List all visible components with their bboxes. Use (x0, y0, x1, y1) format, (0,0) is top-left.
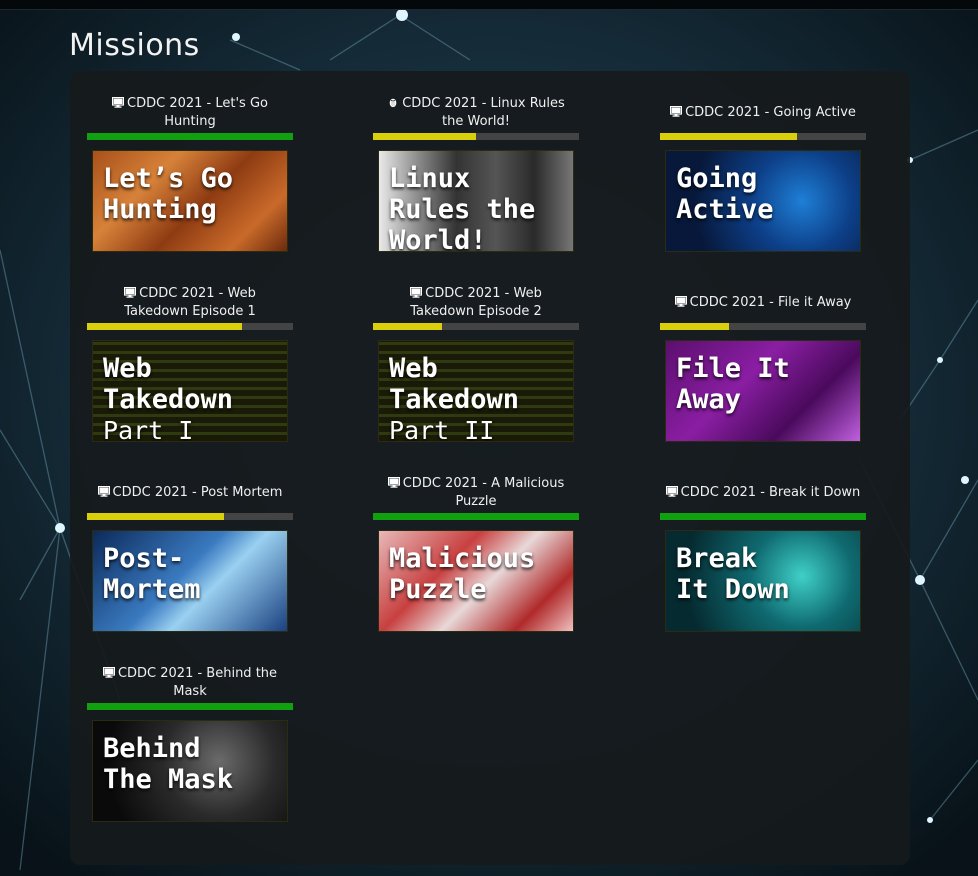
mission-thumbnail-text: Web Takedown Part I (103, 353, 281, 442)
mission-thumbnail-text: Break It Down (676, 543, 854, 605)
mission-title-text: CDDC 2021 - Linux Rules the World! (402, 96, 565, 129)
mission-thumbnail-text: Going Active (676, 163, 854, 225)
mission-progress-bar (660, 323, 866, 330)
mission-progress-bar (87, 323, 293, 330)
mission-title[interactable]: CDDC 2021 - A Malicious Puzzle (373, 475, 579, 511)
mission-progress-bar (373, 513, 579, 520)
mission-card[interactable]: CDDC 2021 - A Malicious Puzzle Malicious … (373, 475, 579, 632)
mission-thumbnail-heading: Post- Mortem (103, 543, 201, 605)
mission-title[interactable]: CDDC 2021 - Web Takedown Episode 1 (87, 285, 293, 321)
mission-thumbnail[interactable]: Break It Down (665, 530, 861, 632)
mission-thumbnail[interactable]: Going Active (665, 150, 861, 252)
mission-progress-fill (660, 133, 798, 140)
mission-thumbnail-text: Web Takedown Part II (389, 353, 567, 442)
mission-thumbnail-subheading: Part II (389, 416, 495, 442)
monitor-icon (665, 485, 678, 497)
mission-title[interactable]: CDDC 2021 - Let's Go Hunting (87, 95, 293, 131)
mission-title[interactable]: CDDC 2021 - Post Mortem (87, 475, 293, 511)
mission-title[interactable]: CDDC 2021 - Going Active (660, 95, 866, 131)
mission-progress-bar (87, 513, 293, 520)
monitor-icon (387, 476, 400, 488)
mission-progress-fill (87, 703, 293, 710)
mission-title-text: CDDC 2021 - File it Away (689, 295, 852, 310)
mission-card[interactable]: CDDC 2021 - Let's Go Hunting Let’s Go Hun… (87, 95, 293, 252)
mission-thumbnail-heading: Break It Down (676, 543, 790, 605)
mission-card[interactable]: CDDC 2021 - Web Takedown Episode 2 Web Ta… (373, 285, 579, 442)
mission-title[interactable]: CDDC 2021 - Behind the Mask (87, 665, 293, 701)
mission-progress-bar (87, 133, 293, 140)
mission-title-text: CDDC 2021 - Web Takedown Episode 2 (410, 286, 542, 319)
linux-penguin-icon (387, 96, 399, 108)
monitor-icon (97, 485, 110, 497)
mission-thumbnail-heading: File It Away (676, 353, 790, 415)
mission-title-text: CDDC 2021 - Behind the Mask (117, 666, 278, 699)
mission-card[interactable]: CDDC 2021 - Linux Rules the World! Linux … (373, 95, 579, 252)
mission-thumbnail[interactable]: Behind The Mask (92, 720, 288, 822)
mission-thumbnail[interactable]: Web Takedown Part II (378, 340, 574, 442)
mission-thumbnail-heading: Malicious Puzzle (389, 543, 536, 605)
mission-progress-fill (373, 323, 442, 330)
mission-card[interactable]: CDDC 2021 - Web Takedown Episode 1 Web Ta… (87, 285, 293, 442)
mission-progress-fill (660, 513, 866, 520)
mission-thumbnail[interactable]: Let’s Go Hunting (92, 150, 288, 252)
mission-thumbnail-heading: Linux Rules the World! (389, 163, 536, 252)
mission-thumbnail-text: Linux Rules the World! (389, 163, 567, 252)
mission-progress-bar (87, 703, 293, 710)
mission-thumbnail-heading: Let’s Go Hunting (103, 163, 234, 225)
top-navbar (0, 0, 978, 10)
mission-progress-bar (660, 133, 866, 140)
monitor-icon (124, 286, 137, 298)
mission-thumbnail-subheading: Part I (103, 416, 194, 442)
mission-thumbnail[interactable]: Web Takedown Part I (92, 340, 288, 442)
mission-thumbnail[interactable]: Linux Rules the World! (378, 150, 574, 252)
monitor-icon (111, 96, 125, 108)
mission-title-text: CDDC 2021 - Going Active (685, 105, 856, 120)
mission-title-text: CDDC 2021 - Break it Down (680, 485, 861, 500)
mission-progress-fill (373, 513, 579, 520)
mission-title[interactable]: CDDC 2021 - Linux Rules the World! (373, 95, 579, 131)
mission-thumbnail-text: Malicious Puzzle (389, 543, 567, 605)
page-title: Missions (69, 28, 200, 64)
mission-thumbnail-text: Post- Mortem (103, 543, 281, 605)
monitor-icon (410, 286, 423, 298)
mission-thumbnail-text: File It Away (676, 353, 854, 415)
mission-thumbnail[interactable]: Malicious Puzzle (378, 530, 574, 632)
mission-thumbnail-heading: Behind The Mask (103, 733, 234, 795)
mission-title-text: CDDC 2021 - A Malicious Puzzle (402, 476, 565, 509)
mission-title-text: CDDC 2021 - Web Takedown Episode 1 (124, 286, 256, 319)
mission-thumbnail[interactable]: File It Away (665, 340, 861, 442)
mission-title[interactable]: CDDC 2021 - File it Away (660, 285, 866, 321)
mission-progress-fill (660, 323, 729, 330)
mission-card[interactable]: CDDC 2021 - Break it Down Break It Down (660, 475, 866, 632)
mission-title[interactable]: CDDC 2021 - Break it Down (660, 475, 866, 511)
mission-card[interactable]: CDDC 2021 - Behind the Mask Behind The Ma… (87, 665, 293, 822)
monitor-icon (674, 295, 687, 307)
mission-thumbnail[interactable]: Post- Mortem (92, 530, 288, 632)
mission-progress-bar (373, 133, 579, 140)
monitor-icon (669, 105, 683, 117)
mission-thumbnail-text: Behind The Mask (103, 733, 281, 795)
mission-title[interactable]: CDDC 2021 - Web Takedown Episode 2 (373, 285, 579, 321)
mission-title-text: CDDC 2021 - Let's Go Hunting (127, 96, 268, 129)
mission-card[interactable]: CDDC 2021 - Post Mortem Post- Mortem (87, 475, 293, 632)
mission-thumbnail-heading: Web Takedown (103, 353, 234, 415)
mission-title-text: CDDC 2021 - Post Mortem (112, 485, 283, 500)
mission-thumbnail-heading: Web Takedown (389, 353, 520, 415)
mission-progress-bar (660, 513, 866, 520)
mission-thumbnail-heading: Going Active (676, 163, 774, 225)
mission-progress-fill (87, 513, 225, 520)
mission-thumbnail-text: Let’s Go Hunting (103, 163, 281, 225)
mission-progress-fill (373, 133, 476, 140)
mission-card[interactable]: CDDC 2021 - File it Away File It Away (660, 285, 866, 442)
mission-progress-fill (87, 323, 242, 330)
mission-progress-bar (373, 323, 579, 330)
mission-progress-fill (87, 133, 293, 140)
mission-card[interactable]: CDDC 2021 - Going Active Going Active (660, 95, 866, 252)
monitor-icon (102, 666, 116, 678)
